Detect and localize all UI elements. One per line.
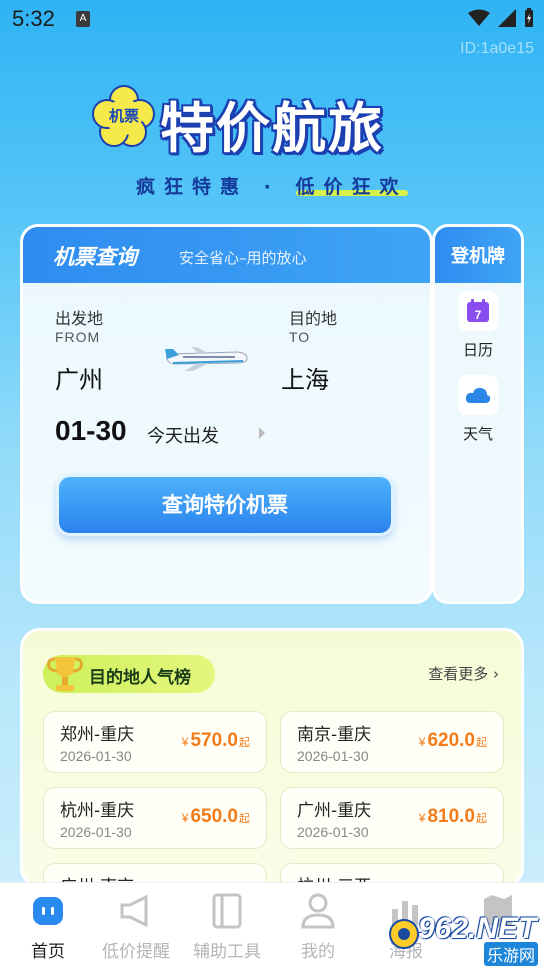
calendar-button[interactable]: 7 日历: [435, 291, 521, 360]
hero-badge-text: 机票: [108, 107, 139, 125]
tab-tools-label: 辅助工具: [193, 942, 261, 962]
search-card-subtitle: 安全省心–用的放心: [179, 249, 307, 267]
route-price: ¥620.0起: [418, 730, 487, 751]
search-card-header: 机票查询 安全省心–用的放心: [23, 227, 430, 283]
arrival-label: 目的地: [289, 309, 338, 328]
popular-destinations-title: 目的地人气榜: [89, 668, 191, 688]
hero-title: 特价航旅: [160, 97, 384, 160]
airplane-icon: [165, 347, 248, 371]
search-card-title: 机票查询: [53, 245, 137, 269]
tab-home[interactable]: 首页: [0, 883, 96, 968]
departure-date[interactable]: 01-30: [55, 415, 127, 447]
route-date: 2026-01-30: [297, 748, 369, 764]
popular-destinations-card: 目的地人气榜 查看更多 › 郑州-重庆 2026-01-30 ¥570.0起 南…: [20, 628, 524, 888]
search-flights-button[interactable]: 查询特价机票: [56, 474, 394, 536]
id-tag: ID:1a0e15: [460, 40, 534, 57]
route-price: ¥650.0起: [181, 806, 250, 827]
route-date: 2026-01-30: [60, 748, 132, 764]
tab-price-alert[interactable]: 低价提醒: [88, 883, 184, 968]
arrival-label-en: TO: [289, 329, 311, 345]
hero-badge: 机票: [92, 84, 156, 148]
tab-tools[interactable]: 辅助工具: [179, 883, 275, 968]
weather-button[interactable]: 天气: [435, 375, 521, 444]
calendar-icon-box: 7: [458, 291, 498, 331]
departure-city[interactable]: 广州: [55, 360, 103, 395]
tab-profile[interactable]: 我的: [270, 883, 366, 968]
status-icons: [468, 8, 534, 28]
hero-subtitle: 疯狂特惠 · 低价狂欢: [136, 176, 408, 198]
signal-icon: [498, 9, 516, 27]
departure-label: 出发地: [55, 309, 104, 328]
wifi-icon: [468, 9, 490, 26]
weather-label: 天气: [462, 425, 493, 443]
tab-profile-label: 我的: [301, 942, 335, 962]
battery-icon: [525, 8, 533, 27]
status-time: 5:32: [12, 6, 55, 31]
route-card[interactable]: 杭州-重庆 2026-01-30 ¥650.0起: [43, 787, 267, 849]
popular-destinations-tag: 目的地人气榜: [43, 655, 215, 693]
megaphone-icon: [120, 894, 148, 928]
route-price: ¥570.0起: [181, 730, 250, 751]
weather-icon-box: [458, 375, 498, 415]
home-icon: [33, 897, 63, 925]
watermark-text: 962.NET: [418, 912, 537, 945]
departure-label-en: FROM: [55, 329, 101, 345]
route-price: ¥810.0起: [418, 806, 487, 827]
route-name: 杭州-重庆: [60, 801, 135, 821]
calendar-day: 7: [475, 308, 482, 322]
view-more-link[interactable]: 查看更多 ›: [428, 663, 499, 684]
route-date: 2026-01-30: [60, 824, 132, 840]
route-name: 郑州-重庆: [60, 725, 135, 745]
cloud-icon: [465, 387, 491, 403]
calendar-icon: 7: [467, 299, 489, 322]
arrival-city[interactable]: 上海: [281, 360, 329, 395]
flight-search-card: 机票查询 安全省心–用的放心 出发地 FROM 广州 目的地 TO 上海 01-…: [20, 224, 433, 604]
route-name: 南京-重庆: [297, 725, 372, 745]
route-card[interactable]: 郑州-重庆 2026-01-30 ¥570.0起: [43, 711, 267, 773]
tab-home-label: 首页: [31, 942, 65, 962]
departure-date-note: 今天出发: [147, 426, 219, 447]
calendar-label: 日历: [462, 341, 493, 359]
boarding-pass-card: 登机牌 7 日历 天气: [432, 224, 524, 604]
route-card[interactable]: 广州-重庆 2026-01-30 ¥810.0起: [280, 787, 504, 849]
notification-icon: A: [76, 11, 90, 27]
route-card[interactable]: 南京-重庆 2026-01-30 ¥620.0起: [280, 711, 504, 773]
boarding-pass-title[interactable]: 登机牌: [435, 227, 521, 283]
watermark-sub: 乐游网: [484, 942, 539, 966]
status-bar: 5:32 A: [0, 0, 544, 40]
trophy-icon: [47, 657, 83, 691]
route-name: 广州-重庆: [297, 801, 372, 821]
tab-price-alert-label: 低价提醒: [102, 942, 170, 962]
profile-icon: [301, 893, 335, 929]
tools-icon: [212, 893, 242, 929]
date-arrow-icon: [259, 427, 265, 439]
route-date: 2026-01-30: [297, 824, 369, 840]
